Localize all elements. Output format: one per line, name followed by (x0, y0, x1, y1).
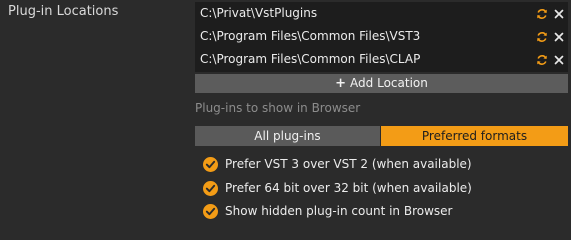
refresh-icon[interactable] (536, 31, 548, 43)
checkbox-label: Prefer 64 bit over 32 bit (when availabl… (225, 181, 472, 195)
close-icon[interactable] (553, 54, 565, 66)
close-icon[interactable] (553, 8, 565, 20)
add-location-button[interactable]: + Add Location (195, 74, 568, 93)
prefer-vst3-option[interactable]: Prefer VST 3 over VST 2 (when available) (203, 156, 472, 173)
close-icon[interactable] (553, 31, 565, 43)
refresh-icon[interactable] (536, 54, 548, 66)
location-path: C:\Program Files\Common Files\VST3 (200, 29, 421, 43)
checkbox-checked-icon[interactable] (203, 204, 218, 219)
checkbox-checked-icon[interactable] (203, 157, 218, 172)
refresh-icon[interactable] (536, 8, 548, 20)
checkbox-label: Prefer VST 3 over VST 2 (when available) (225, 157, 472, 171)
preferred-formats-toggle[interactable]: Preferred formats (381, 126, 568, 146)
location-path: C:\Program Files\Common Files\CLAP (200, 52, 421, 66)
locations-list: C:\Privat\VstPlugins C:\Program Files\Co… (195, 2, 568, 72)
checkbox-label: Show hidden plug-in count in Browser (225, 204, 453, 218)
plus-icon: + (335, 76, 347, 91)
prefer-64bit-option[interactable]: Prefer 64 bit over 32 bit (when availabl… (203, 180, 472, 197)
all-plugins-toggle[interactable]: All plug-ins (195, 126, 380, 146)
location-row[interactable]: C:\Program Files\Common Files\CLAP (195, 48, 568, 71)
add-location-label: Add Location (350, 76, 428, 90)
section-label: Plug-in Locations (8, 4, 119, 19)
location-row[interactable]: C:\Privat\VstPlugins (195, 2, 568, 25)
location-path: C:\Privat\VstPlugins (200, 6, 318, 20)
location-row[interactable]: C:\Program Files\Common Files\VST3 (195, 25, 568, 48)
checkbox-checked-icon[interactable] (203, 181, 218, 196)
show-hidden-count-option[interactable]: Show hidden plug-in count in Browser (203, 203, 463, 220)
browser-filter-caption: Plug-ins to show in Browser (195, 101, 361, 115)
